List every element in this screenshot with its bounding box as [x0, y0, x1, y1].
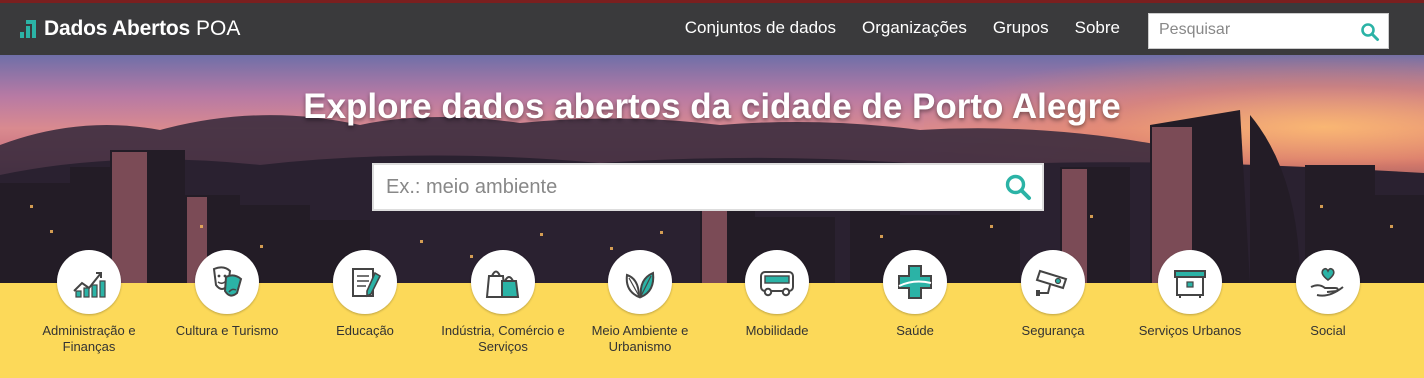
hero-search-box	[372, 163, 1044, 211]
category-meio-ambiente[interactable]: Meio Ambiente e Urbanismo	[571, 250, 709, 378]
category-label: Meio Ambiente e Urbanismo	[591, 323, 689, 354]
brand-suffix: POA	[195, 17, 241, 40]
hero-search-input[interactable]	[374, 165, 998, 209]
theater-masks-icon	[212, 266, 243, 297]
category-cultura-turismo[interactable]: Cultura e Turismo	[158, 250, 296, 378]
category-label: Segurança	[1021, 323, 1085, 338]
hand-heart-icon	[1310, 267, 1344, 297]
nav-link-datasets[interactable]: Conjuntos de dados	[685, 18, 836, 38]
category-label: Administração e Finanças	[42, 323, 136, 354]
category-label: Serviços Urbanos	[1138, 323, 1242, 338]
category-label: Saúde	[896, 323, 934, 338]
leaves-icon	[625, 271, 655, 299]
shopping-bags-icon	[485, 270, 520, 298]
nav-search-input[interactable]	[1149, 14, 1369, 46]
search-icon[interactable]	[1360, 22, 1380, 42]
finance-chart-icon	[73, 272, 106, 298]
notebook-pencil-icon	[352, 268, 382, 298]
nav-link-about[interactable]: Sobre	[1075, 18, 1120, 38]
category-seguranca[interactable]: Segurança	[984, 250, 1122, 378]
category-industria-comercio[interactable]: Indústria, Comércio e Serviços	[434, 250, 572, 378]
nav-search-box	[1148, 13, 1389, 49]
nav-link-organizations[interactable]: Organizações	[862, 18, 967, 38]
search-icon[interactable]	[1004, 173, 1032, 201]
category-label: Mobilidade	[745, 323, 809, 338]
category-label: Social	[1310, 323, 1346, 338]
category-social[interactable]: Social	[1259, 250, 1397, 378]
category-mobilidade[interactable]: Mobilidade	[708, 250, 846, 378]
category-label: Cultura e Turismo	[175, 323, 279, 338]
hero-title: Explore dados abertos da cidade de Porto…	[303, 87, 1121, 126]
security-camera-icon	[1035, 269, 1068, 296]
site-logo-link[interactable]: Dados Abertos POA	[20, 16, 240, 42]
nav-link-groups[interactable]: Grupos	[993, 18, 1049, 38]
brand-name: Dados Abertos	[44, 17, 190, 40]
category-servicos-urbanos[interactable]: Serviços Urbanos	[1121, 250, 1259, 378]
category-administracao-financas[interactable]: Administração e Finanças	[20, 250, 158, 378]
category-saude[interactable]: Saúde	[846, 250, 984, 378]
category-label: Educação	[336, 323, 394, 338]
logo-icon	[20, 20, 36, 38]
category-label: Indústria, Comércio e Serviços	[441, 323, 565, 354]
dumpster-icon	[1174, 270, 1206, 298]
health-cross-icon	[898, 265, 932, 299]
bus-icon	[760, 271, 794, 297]
top-navbar: Dados Abertos POA Conjuntos de dados Org…	[0, 0, 1424, 55]
category-educacao[interactable]: Educação	[296, 250, 434, 378]
main-nav: Conjuntos de dados Organizações Grupos S…	[659, 18, 1120, 38]
